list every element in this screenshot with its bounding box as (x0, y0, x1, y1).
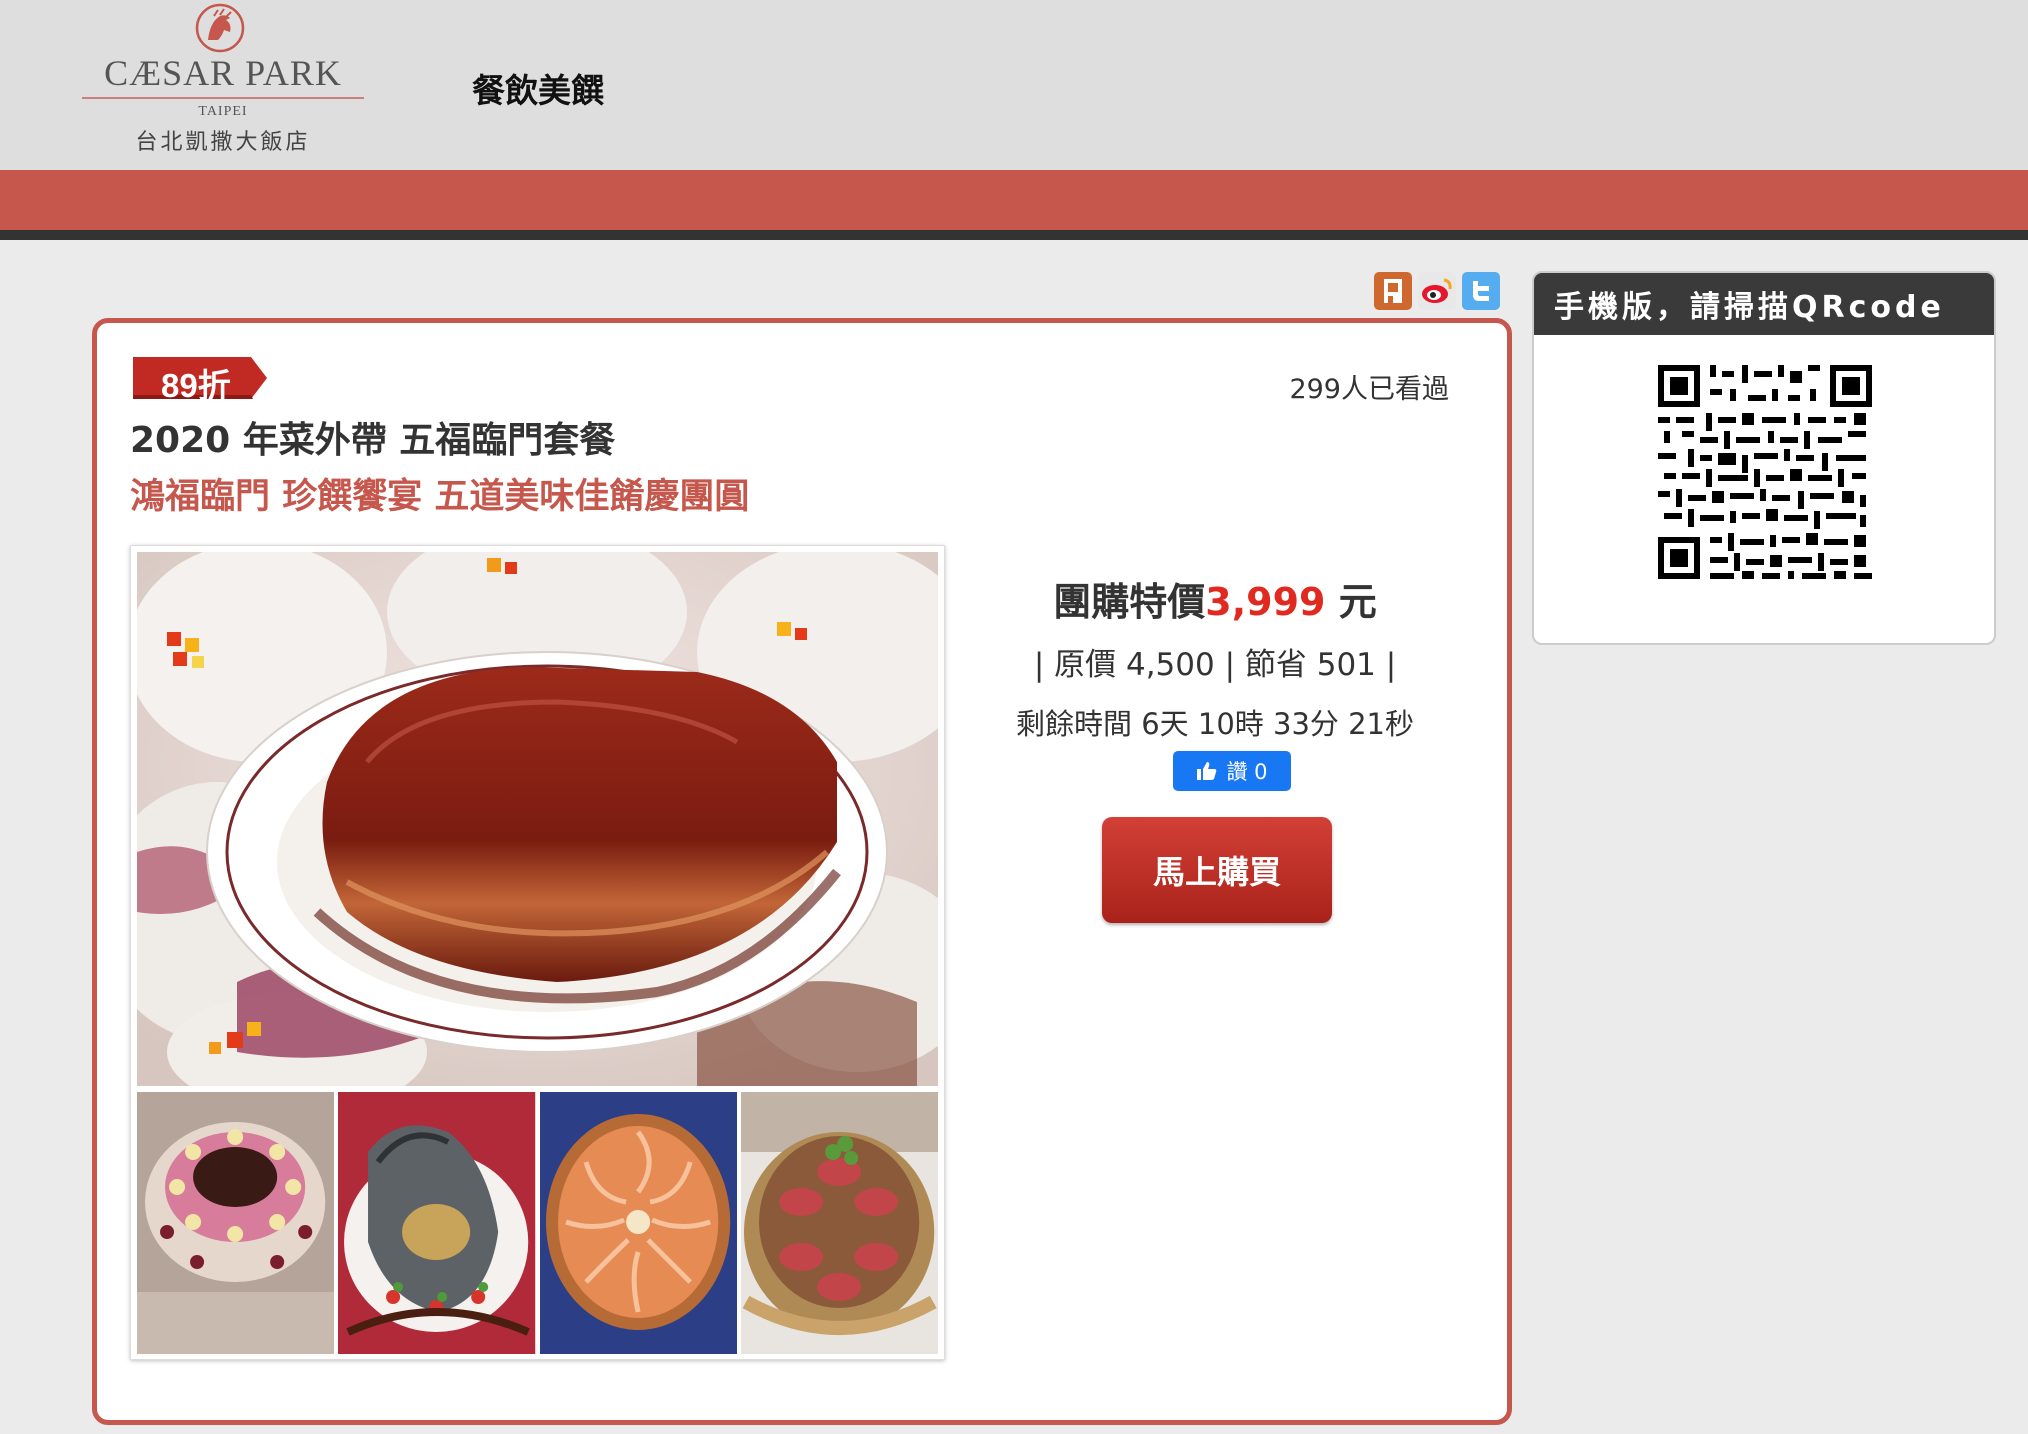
plurk-icon[interactable] (1374, 272, 1412, 310)
facebook-like-button[interactable]: 讚 0 (1173, 751, 1291, 791)
thumbnail-sausage-rice[interactable] (740, 1092, 938, 1354)
logo-divider (82, 97, 364, 99)
like-label: 讚 0 (1226, 760, 1268, 784)
original-price-line: | 原價 4,500 | 節省 501 | (1033, 647, 1397, 683)
nav-title[interactable]: 餐飲美饌 (472, 64, 604, 112)
thumbnail-fish[interactable] (338, 1092, 536, 1354)
header-dark-bar (0, 230, 2028, 240)
deal-card: 89折 299人已看過 2020 年菜外帶 五福臨門套餐 鴻福臨門 珍饌饗宴 五… (92, 318, 1512, 1425)
price-unit: 元 (1325, 580, 1377, 624)
header-red-bar (0, 170, 2028, 230)
site-header: CÆSAR PARK TAIPEI 台北凱撒大飯店 餐飲美饌 (0, 0, 2028, 170)
buy-now-button[interactable]: 馬上購買 (1102, 817, 1332, 923)
qr-panel: 手機版，請掃描QRcode (1532, 271, 1996, 645)
thumbnail-strip (137, 1092, 938, 1354)
share-buttons (1374, 272, 1500, 310)
deal-subtitle: 鴻福臨門 珍饌饗宴 五道美味佳餚慶團圓 (130, 477, 750, 517)
qr-code-icon (1658, 365, 1872, 579)
thumbnail-dessert[interactable] (137, 1092, 335, 1354)
thumbs-up-icon (1197, 762, 1217, 780)
logo-name: CÆSAR PARK (104, 53, 342, 93)
braised-pork-photo (137, 552, 938, 1086)
discount-badge: 89折 (133, 355, 268, 404)
logo-city: TAIPEI (198, 104, 248, 119)
remaining-time: 剩餘時間 6天 10時 33分 21秒 (1015, 707, 1415, 741)
twitter-icon[interactable] (1462, 272, 1500, 310)
discount-badge-label: 89折 (161, 367, 231, 404)
price-value: 3,999 (1205, 580, 1326, 624)
thumbnail-shrimp[interactable] (539, 1092, 737, 1354)
qr-heading: 手機版，請掃描QRcode (1534, 273, 1994, 335)
view-count: 299人已看過 (1289, 374, 1449, 405)
deal-title: 2020 年菜外帶 五福臨門套餐 (130, 420, 616, 461)
product-photo[interactable] (130, 545, 945, 1360)
weibo-icon[interactable] (1418, 272, 1456, 310)
group-buy-price: 團購特價3,999 元 (945, 571, 1485, 626)
logo-chinese-name: 台北凱撒大飯店 (135, 130, 311, 155)
price-label: 團購特價 (1053, 580, 1206, 624)
logo-emblem-icon (195, 3, 245, 53)
hotel-logo[interactable]: CÆSAR PARK TAIPEI 台北凱撒大飯店 (78, 0, 368, 160)
